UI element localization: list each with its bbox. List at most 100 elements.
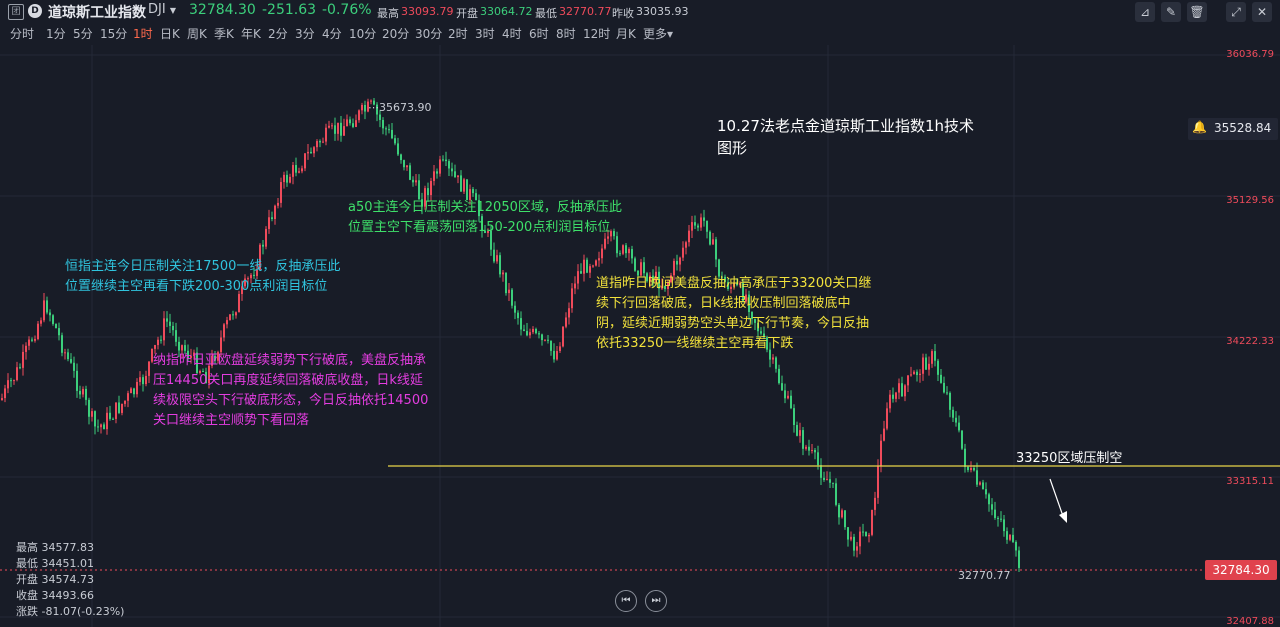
candle-body xyxy=(445,159,447,162)
candle-body xyxy=(691,222,693,231)
candle-body xyxy=(316,141,318,148)
symbol-name[interactable]: 道琼斯工业指数 xyxy=(48,2,146,22)
tab-timeframe-3[interactable]: 15分 xyxy=(100,25,127,42)
tab-timeframe-2[interactable]: 5分 xyxy=(73,25,93,42)
tab-timeframe-7[interactable]: 季K xyxy=(214,25,234,42)
candle-body xyxy=(784,390,786,399)
tab-timeframe-16[interactable]: 3时 xyxy=(475,25,495,42)
resistance-annotation: 33250区域压制空 xyxy=(1016,451,1123,466)
candle-body xyxy=(712,239,714,245)
candle-body xyxy=(379,114,381,120)
candle-body xyxy=(43,300,45,321)
tab-timeframe-6[interactable]: 周K xyxy=(187,25,207,42)
candle-body xyxy=(295,165,297,173)
tab-timeframe-12[interactable]: 10分 xyxy=(349,25,376,42)
scroll-left-button[interactable]: ⏮ xyxy=(615,590,637,612)
bell-icon[interactable]: 🔔 xyxy=(1192,120,1207,134)
candle-body xyxy=(589,266,591,273)
candle-body xyxy=(130,388,132,394)
dow-line-1: 道指昨日晚间美盘反抽冲高承压于33200关口继 xyxy=(596,276,872,291)
tab-timeframe-17[interactable]: 4时 xyxy=(502,25,522,42)
candle-body xyxy=(10,380,12,382)
candle-body xyxy=(568,308,570,318)
candle-body xyxy=(883,428,885,441)
candle-body xyxy=(55,323,57,329)
tab-timeframe-22[interactable]: 更多▾ xyxy=(643,25,673,42)
tab-timeframe-19[interactable]: 8时 xyxy=(556,25,576,42)
tab-timeframe-20[interactable]: 12时 xyxy=(583,25,610,42)
symbol-code[interactable]: DJI ▼ xyxy=(148,2,176,17)
candle-body xyxy=(520,318,522,330)
tab-timeframe-1[interactable]: 1分 xyxy=(46,25,66,42)
candle-body xyxy=(991,504,993,510)
close-icon[interactable]: ✕ xyxy=(1252,2,1272,22)
tab-timeframe-21[interactable]: 月K xyxy=(616,25,636,42)
tab-timeframe-11[interactable]: 4分 xyxy=(322,25,342,42)
candle-body xyxy=(91,411,93,417)
price-axis-label: 32407.88 xyxy=(1226,616,1274,627)
scroll-right-button[interactable]: ⏭ xyxy=(645,590,667,612)
candle-body xyxy=(811,450,813,452)
candle-body xyxy=(7,380,9,389)
candle-body xyxy=(49,312,51,316)
candle-body xyxy=(403,160,405,168)
candle-body xyxy=(934,351,936,361)
candle-body xyxy=(805,446,807,449)
high-mark-text: 35673.90 xyxy=(379,101,432,114)
candle-body xyxy=(331,125,333,127)
candle-body xyxy=(544,339,546,341)
tab-timeframe-13[interactable]: 20分 xyxy=(382,25,409,42)
candle-body xyxy=(715,239,717,260)
candle-body xyxy=(955,417,957,423)
candle-body xyxy=(133,388,135,395)
candle-body xyxy=(340,122,342,136)
price-change-pct: -0.76% xyxy=(322,2,372,18)
tab-timeframe-5[interactable]: 日K xyxy=(160,25,180,42)
candle-body xyxy=(328,125,330,128)
tab-timeframe-15[interactable]: 2时 xyxy=(448,25,468,42)
candle-body xyxy=(361,104,363,111)
low-mark: 32770.77 xyxy=(958,569,1011,582)
delete-icon[interactable]: 🗑 xyxy=(1187,2,1207,22)
candle-body xyxy=(694,222,696,226)
tab-timeframe-4[interactable]: 1时 xyxy=(133,25,153,42)
price-alert-box[interactable]: 🔔 35528.84 xyxy=(1188,118,1278,140)
candle-body xyxy=(1006,531,1008,540)
candle-body xyxy=(457,175,459,178)
tab-timeframe-10[interactable]: 3分 xyxy=(295,25,315,42)
price-change: -251.63 xyxy=(262,2,317,18)
candle-body xyxy=(25,345,27,352)
tab-timeframe-18[interactable]: 6时 xyxy=(529,25,549,42)
arrow-head xyxy=(1059,511,1067,523)
candle-body xyxy=(400,154,402,161)
candle-body xyxy=(556,351,558,360)
fullscreen-icon[interactable]: ⤢ xyxy=(1226,2,1246,22)
tab-timeframe-14[interactable]: 30分 xyxy=(415,25,442,42)
candle-body xyxy=(973,467,975,471)
candle-body xyxy=(292,165,294,177)
candle-body xyxy=(523,329,525,331)
high-label: 最高 xyxy=(377,7,399,20)
candle-body xyxy=(682,247,684,258)
dow-annotation: 道指昨日晚间美盘反抽冲高承压于33200关口继 续下行回落破底，日k线报收压制回… xyxy=(596,274,871,354)
candle-body xyxy=(298,171,300,173)
draw-icon[interactable]: ✎ xyxy=(1161,2,1181,22)
tab-timeframe-8[interactable]: 年K xyxy=(241,25,261,42)
tab-timeframe-9[interactable]: 2分 xyxy=(268,25,288,42)
candle-body xyxy=(958,422,960,431)
candle-body xyxy=(277,202,279,206)
tab-timeframe-0[interactable]: 分时 xyxy=(10,25,34,42)
candle-body xyxy=(907,375,909,386)
candle-body xyxy=(58,328,60,336)
candle-body xyxy=(115,402,117,419)
candle-body xyxy=(550,340,552,351)
candle-body xyxy=(526,330,528,336)
candle-body xyxy=(982,482,984,490)
indicator-icon[interactable]: ⊿ xyxy=(1135,2,1155,22)
candle-body xyxy=(31,339,33,341)
candle-body xyxy=(799,430,801,436)
candle-body xyxy=(604,238,606,249)
candle-body xyxy=(88,399,90,417)
candle-body xyxy=(553,350,555,360)
candle-body xyxy=(301,168,303,172)
